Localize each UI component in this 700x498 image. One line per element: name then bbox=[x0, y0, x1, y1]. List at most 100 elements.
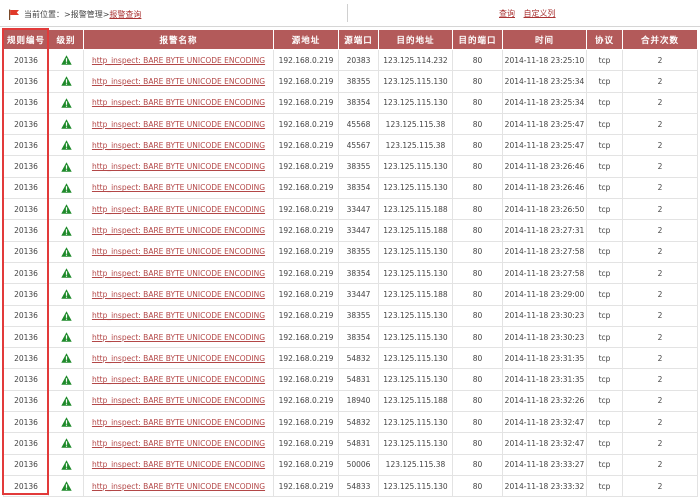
alarm-name-link[interactable]: http_inspect: BARE BYTE UNICODE ENCODING bbox=[92, 162, 265, 171]
query-link[interactable]: 查询 bbox=[499, 9, 515, 18]
alarm-name-cell[interactable]: http_inspect: BARE BYTE UNICODE ENCODING bbox=[83, 347, 274, 370]
level-cell bbox=[48, 411, 84, 434]
table-row[interactable]: 20136 http_inspect: BARE BYTE UNICODE ENC… bbox=[3, 91, 698, 114]
alarm-name-link[interactable]: http_inspect: BARE BYTE UNICODE ENCODING bbox=[92, 354, 265, 363]
alarm-name-link[interactable]: http_inspect: BARE BYTE UNICODE ENCODING bbox=[92, 120, 265, 129]
alarm-name-link[interactable]: http_inspect: BARE BYTE UNICODE ENCODING bbox=[92, 418, 265, 427]
alarm-name-cell[interactable]: http_inspect: BARE BYTE UNICODE ENCODING bbox=[83, 325, 274, 349]
alarm-name-link[interactable]: http_inspect: BARE BYTE UNICODE ENCODING bbox=[92, 77, 265, 86]
merge-count-cell: 2 bbox=[622, 176, 698, 200]
alarm-name-link[interactable]: http_inspect: BARE BYTE UNICODE ENCODING bbox=[92, 311, 265, 320]
dest-address-cell: 123.125.115.38 bbox=[378, 453, 453, 476]
alarm-name-cell[interactable]: http_inspect: BARE BYTE UNICODE ENCODING bbox=[83, 91, 274, 114]
alarm-name-cell[interactable]: http_inspect: BARE BYTE UNICODE ENCODING bbox=[83, 219, 274, 242]
table-row[interactable]: 20136 http_inspect: BARE BYTE UNICODE ENC… bbox=[3, 261, 698, 285]
source-address-cell: 192.168.0.219 bbox=[273, 411, 339, 434]
header-protocol[interactable]: 协议 bbox=[586, 29, 623, 50]
alarm-name-cell[interactable]: http_inspect: BARE BYTE UNICODE ENCODING bbox=[83, 474, 274, 498]
alarm-name-link[interactable]: http_inspect: BARE BYTE UNICODE ENCODING bbox=[92, 269, 265, 278]
alarm-name-link[interactable]: http_inspect: BARE BYTE UNICODE ENCODING bbox=[92, 439, 265, 448]
rule-id-cell: 20136 bbox=[3, 219, 49, 242]
alarm-name-link[interactable]: http_inspect: BARE BYTE UNICODE ENCODING bbox=[92, 247, 265, 256]
header-alarm-name[interactable]: 报警名称 bbox=[83, 29, 274, 50]
alarm-name-cell[interactable]: http_inspect: BARE BYTE UNICODE ENCODING bbox=[83, 134, 274, 157]
header-rule-id[interactable]: 规则编号 bbox=[3, 29, 49, 50]
protocol-cell: tcp bbox=[586, 219, 623, 242]
table-row[interactable]: 20136 http_inspect: BARE BYTE UNICODE ENC… bbox=[3, 347, 698, 370]
table-row[interactable]: 20136 http_inspect: BARE BYTE UNICODE ENC… bbox=[3, 48, 698, 72]
table-row[interactable]: 20136 http_inspect: BARE BYTE UNICODE ENC… bbox=[3, 283, 698, 306]
alarm-name-link[interactable]: http_inspect: BARE BYTE UNICODE ENCODING bbox=[92, 333, 265, 342]
table-row[interactable]: 20136 http_inspect: BARE BYTE UNICODE ENC… bbox=[3, 325, 698, 349]
breadcrumb: 当前位置： > 报警管理 > 报警查询 bbox=[8, 8, 141, 20]
warning-icon bbox=[60, 460, 72, 470]
alarm-name-cell[interactable]: http_inspect: BARE BYTE UNICODE ENCODING bbox=[83, 48, 274, 72]
alarm-name-link[interactable]: http_inspect: BARE BYTE UNICODE ENCODING bbox=[92, 141, 265, 150]
table-row[interactable]: 20136 http_inspect: BARE BYTE UNICODE ENC… bbox=[3, 198, 698, 221]
alarm-name-link[interactable]: http_inspect: BARE BYTE UNICODE ENCODING bbox=[92, 482, 265, 491]
table-row[interactable]: 20136 http_inspect: BARE BYTE UNICODE ENC… bbox=[3, 411, 698, 434]
header-dest-address[interactable]: 目的地址 bbox=[378, 29, 453, 50]
alarm-name-cell[interactable]: http_inspect: BARE BYTE UNICODE ENCODING bbox=[83, 112, 274, 136]
alarm-name-link[interactable]: http_inspect: BARE BYTE UNICODE ENCODING bbox=[92, 98, 265, 107]
source-address-cell: 192.168.0.219 bbox=[273, 48, 339, 72]
alarm-name-cell[interactable]: http_inspect: BARE BYTE UNICODE ENCODING bbox=[83, 432, 274, 455]
breadcrumb-alarm-management[interactable]: 报警管理 bbox=[71, 9, 103, 20]
warning-icon bbox=[60, 161, 72, 172]
header-level[interactable]: 级别 bbox=[48, 29, 84, 50]
alarm-name-cell[interactable]: http_inspect: BARE BYTE UNICODE ENCODING bbox=[83, 155, 274, 178]
alarm-name-link[interactable]: http_inspect: BARE BYTE UNICODE ENCODING bbox=[92, 205, 265, 214]
alarm-name-link[interactable]: http_inspect: BARE BYTE UNICODE ENCODING bbox=[92, 375, 265, 384]
header-dest-port[interactable]: 目的端口 bbox=[452, 29, 503, 50]
alarm-name-cell[interactable]: http_inspect: BARE BYTE UNICODE ENCODING bbox=[83, 411, 274, 434]
alarm-name-cell[interactable]: http_inspect: BARE BYTE UNICODE ENCODING bbox=[83, 176, 274, 200]
alarm-name-cell[interactable]: http_inspect: BARE BYTE UNICODE ENCODING bbox=[83, 304, 274, 327]
source-address-cell: 192.168.0.219 bbox=[273, 304, 339, 327]
custom-columns-link[interactable]: 自定义列 bbox=[524, 9, 556, 18]
table-row[interactable]: 20136 http_inspect: BARE BYTE UNICODE ENC… bbox=[3, 453, 698, 476]
alarm-name-link[interactable]: http_inspect: BARE BYTE UNICODE ENCODING bbox=[92, 226, 265, 235]
table-row[interactable]: 20136 http_inspect: BARE BYTE UNICODE ENC… bbox=[3, 176, 698, 200]
warning-icon bbox=[60, 55, 72, 65]
time-cell: 2014-11-18 23:25:10 bbox=[502, 48, 587, 72]
header-source-port[interactable]: 源端口 bbox=[338, 29, 379, 50]
alarm-name-cell[interactable]: http_inspect: BARE BYTE UNICODE ENCODING bbox=[83, 389, 274, 413]
header-time[interactable]: 时间 bbox=[502, 29, 587, 50]
table-row[interactable]: 20136 http_inspect: BARE BYTE UNICODE ENC… bbox=[3, 432, 698, 455]
alarm-name-cell[interactable]: http_inspect: BARE BYTE UNICODE ENCODING bbox=[83, 240, 274, 263]
header-merge-count[interactable]: 合并次数 bbox=[622, 29, 698, 50]
breadcrumb-alarm-query[interactable]: 报警查询 bbox=[109, 9, 141, 20]
alarm-name-cell[interactable]: http_inspect: BARE BYTE UNICODE ENCODING bbox=[83, 283, 274, 306]
table-row[interactable]: 20136 http_inspect: BARE BYTE UNICODE ENC… bbox=[3, 155, 698, 178]
header-source-address[interactable]: 源地址 bbox=[273, 29, 339, 50]
table-row[interactable]: 20136 http_inspect: BARE BYTE UNICODE ENC… bbox=[3, 112, 698, 136]
table-row[interactable]: 20136 http_inspect: BARE BYTE UNICODE ENC… bbox=[3, 304, 698, 327]
table-row[interactable]: 20136 http_inspect: BARE BYTE UNICODE ENC… bbox=[3, 474, 698, 498]
table-row[interactable]: 20136 http_inspect: BARE BYTE UNICODE ENC… bbox=[3, 70, 698, 93]
alarm-name-link[interactable]: http_inspect: BARE BYTE UNICODE ENCODING bbox=[92, 460, 265, 469]
merge-count-cell: 2 bbox=[622, 325, 698, 349]
alarm-name-link[interactable]: http_inspect: BARE BYTE UNICODE ENCODING bbox=[92, 290, 265, 299]
table-row[interactable]: 20136 http_inspect: BARE BYTE UNICODE ENC… bbox=[3, 240, 698, 263]
alarm-name-link[interactable]: http_inspect: BARE BYTE UNICODE ENCODING bbox=[92, 396, 265, 405]
alarm-name-cell[interactable]: http_inspect: BARE BYTE UNICODE ENCODING bbox=[83, 198, 274, 221]
dest-address-cell: 123.125.115.130 bbox=[378, 261, 453, 285]
table-row[interactable]: 20136 http_inspect: BARE BYTE UNICODE ENC… bbox=[3, 389, 698, 413]
table-row[interactable]: 20136 http_inspect: BARE BYTE UNICODE ENC… bbox=[3, 368, 698, 391]
alarm-name-cell[interactable]: http_inspect: BARE BYTE UNICODE ENCODING bbox=[83, 453, 274, 476]
warning-icon bbox=[60, 225, 72, 236]
table-row[interactable]: 20136 http_inspect: BARE BYTE UNICODE ENC… bbox=[3, 219, 698, 242]
merge-count-cell: 2 bbox=[622, 240, 698, 263]
dest-port-cell: 80 bbox=[452, 283, 503, 306]
alarm-name-cell[interactable]: http_inspect: BARE BYTE UNICODE ENCODING bbox=[83, 368, 274, 391]
source-address-cell: 192.168.0.219 bbox=[273, 432, 339, 455]
rule-id-cell: 20136 bbox=[3, 134, 49, 157]
alarm-name-link[interactable]: http_inspect: BARE BYTE UNICODE ENCODING bbox=[92, 56, 265, 65]
warning-icon bbox=[60, 289, 72, 300]
source-address-cell: 192.168.0.219 bbox=[273, 134, 339, 157]
alarm-name-cell[interactable]: http_inspect: BARE BYTE UNICODE ENCODING bbox=[83, 70, 274, 93]
dest-address-cell: 123.125.115.188 bbox=[378, 219, 453, 242]
alarm-name-cell[interactable]: http_inspect: BARE BYTE UNICODE ENCODING bbox=[83, 261, 274, 285]
alarm-name-link[interactable]: http_inspect: BARE BYTE UNICODE ENCODING bbox=[92, 183, 265, 192]
table-row[interactable]: 20136 http_inspect: BARE BYTE UNICODE ENC… bbox=[3, 134, 698, 157]
